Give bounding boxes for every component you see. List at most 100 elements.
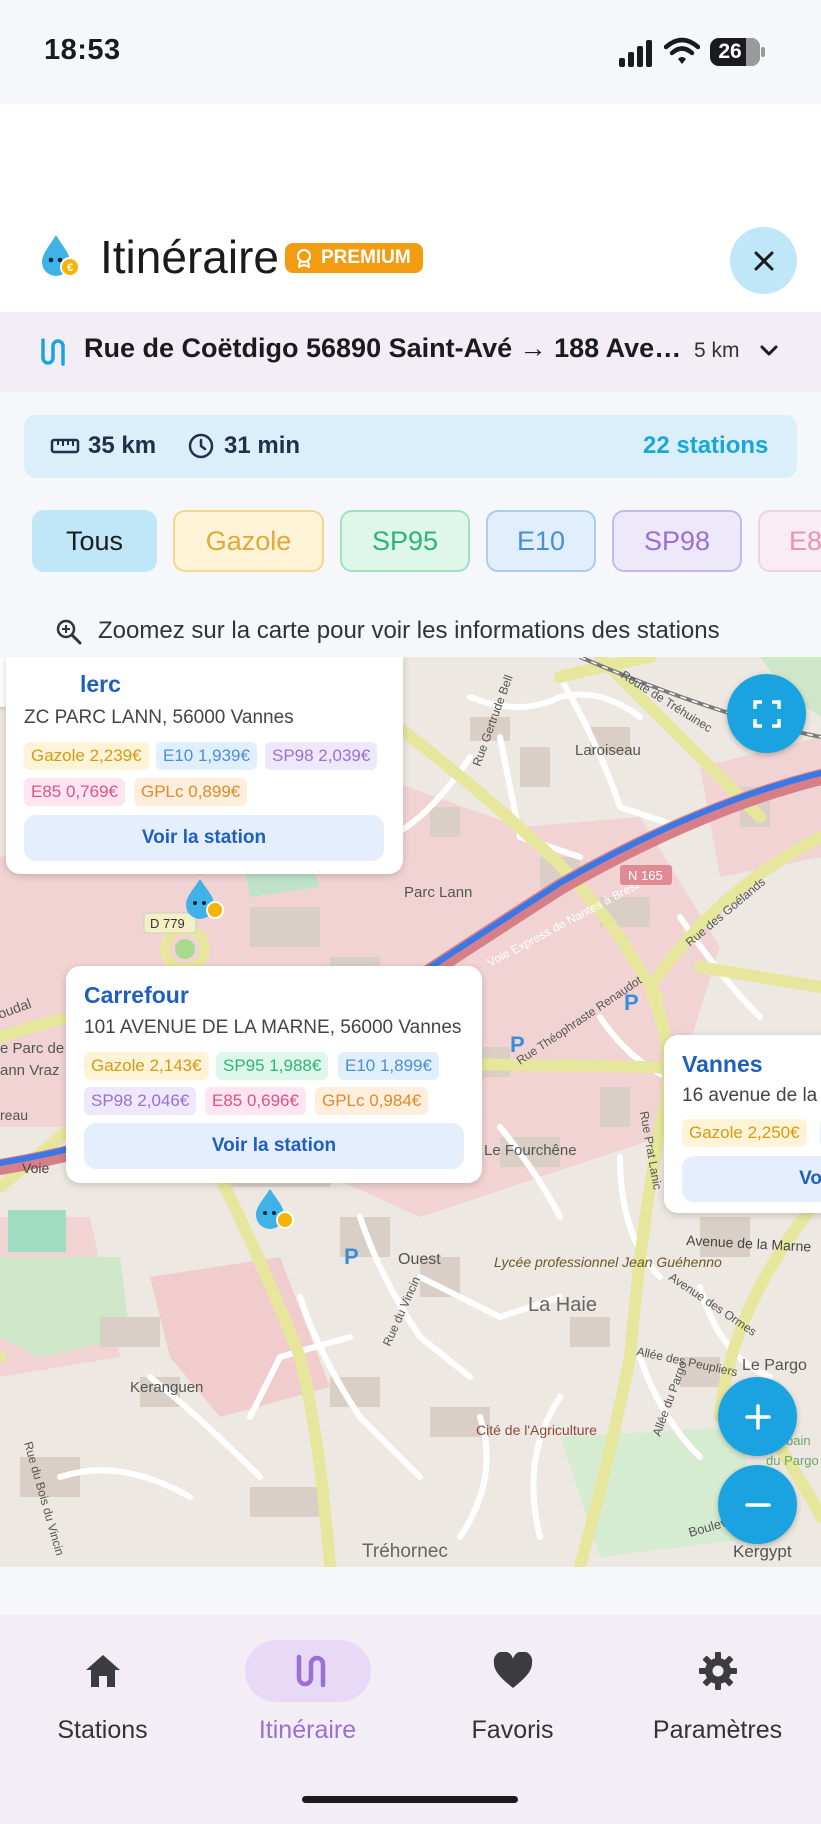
close-icon (754, 251, 773, 270)
price-tag-sp95: SP95 1,988€ (216, 1052, 329, 1080)
price-tag-e10: E10 1,939€ (156, 742, 257, 770)
svg-text:€: € (67, 262, 73, 274)
price-tag-gazole: Gazole 2,250€ (682, 1119, 807, 1147)
nav-pill (450, 1640, 576, 1702)
nav-pill (655, 1640, 781, 1702)
station-address: 16 avenue de la (682, 1085, 818, 1106)
nav-label: Favoris (471, 1716, 554, 1744)
price-tag-gazole: Gazole 2,143€ (84, 1052, 209, 1080)
route-icon (296, 1654, 325, 1688)
summary-stations[interactable]: 22 stations (643, 432, 768, 460)
map-label-cite: Cité de l'Agriculture (476, 1422, 597, 1438)
price-tag-gazole: Gazole 2,239€ (24, 742, 149, 770)
map-label-le-pargo: Le Pargo (742, 1357, 807, 1374)
premium-badge: PREMIUM (285, 243, 423, 273)
nav-item-itineraire[interactable]: Itinéraire (205, 1640, 410, 1760)
nav-item-stations[interactable]: Stations (0, 1640, 205, 1760)
price-tag-sp98: SP98 2,046€ (84, 1087, 197, 1115)
map-bottom-spacer (0, 1567, 821, 1615)
summary-distance: 35 km (88, 432, 157, 459)
view-station-button[interactable]: Voir la station (84, 1123, 464, 1169)
map-label-n165: N 165 (628, 868, 663, 883)
premium-label: PREMIUM (321, 247, 411, 268)
price-tag-gplc: GPLc 0,899€ (134, 778, 248, 806)
wifi-icon (664, 37, 700, 64)
map-label-ann-vraz: ann Vraz (0, 1062, 59, 1079)
parking-icon: P (510, 1032, 525, 1057)
map-label-du-pargo: du Pargo (766, 1453, 819, 1468)
nav-pill-active (244, 1640, 371, 1702)
zoom-out-button[interactable] (718, 1465, 797, 1544)
battery-icon: 26 (710, 38, 766, 66)
page-title: Itinéraire (100, 231, 279, 283)
price-tag-sp98: SP98 2,039€ (265, 742, 378, 770)
cellular-signal-icon (619, 40, 652, 67)
map-label-le-fourchene: Le Fourchêne (484, 1142, 577, 1159)
map-label-parc-lann: Parc Lann (404, 884, 472, 901)
summary-duration: 31 min (224, 432, 301, 459)
map-label-la-haie: La Haie (528, 1294, 597, 1316)
map-label-lycee: Lycée professionnel Jean Guéhenno (494, 1254, 722, 1270)
filter-chip-gazole[interactable]: Gazole (173, 510, 324, 572)
station-address: ZC PARC LANN, 56000 Vannes (24, 707, 294, 728)
plus-icon (744, 1403, 771, 1430)
status-time: 18:53 (44, 34, 121, 66)
price-tag-e85: E85 0,696€ (205, 1087, 306, 1115)
ruler-icon (50, 438, 80, 454)
zoom-hint: Zoomez sur la carte pour voir les inform… (98, 617, 720, 644)
station-card[interactable]: Carrefour 101 AVENUE DE LA MARNE, 56000 … (66, 966, 482, 1183)
filter-chip-sp95[interactable]: SP95 (340, 510, 470, 572)
station-address: 101 AVENUE DE LA MARNE, 56000 Vannes (84, 1017, 462, 1038)
close-button[interactable] (730, 227, 797, 294)
nav-pill (40, 1640, 166, 1702)
map-label-d779: D 779 (150, 916, 185, 931)
nav-label: Itinéraire (258, 1716, 357, 1744)
map-label-keranguen: Keranguen (130, 1379, 203, 1396)
parking-icon: P (624, 990, 639, 1015)
fuel-drop-logo-icon: € (42, 235, 80, 277)
filter-chip-e85[interactable]: E85 (758, 510, 821, 572)
battery-level: 26 (718, 40, 742, 63)
route-distance: 5 km (694, 339, 740, 362)
route-icon (41, 338, 65, 366)
filter-chip-e10[interactable]: E10 (486, 510, 596, 572)
zoom-search-icon (56, 619, 82, 645)
award-icon (297, 249, 311, 268)
nav-label: Stations (57, 1716, 148, 1744)
parking-icon: P (344, 1244, 359, 1269)
nav-label: Paramètres (652, 1716, 783, 1744)
home-indicator[interactable] (302, 1796, 518, 1803)
price-tag-e10: E10 1,899€ (338, 1052, 439, 1080)
minus-icon (744, 1502, 771, 1507)
view-station-button[interactable]: Voir la station (24, 815, 384, 861)
view-station-button[interactable]: Vo (682, 1156, 821, 1202)
fullscreen-icon (752, 699, 781, 728)
fullscreen-button[interactable] (727, 674, 806, 753)
map-view[interactable]: Laroiseau Parc Lann Le Fourchêne Ouest L… (0, 657, 821, 1567)
price-tag-gplc: GPLc 0,984€ (315, 1087, 429, 1115)
nav-item-favoris[interactable]: Favoris (410, 1640, 615, 1760)
map-label-lycee-text: Lycée professionnel Jean Guéhenno (494, 1254, 722, 1270)
station-name: lerc (80, 671, 121, 697)
station-card[interactable]: lerc ZC PARC LANN, 56000 Vannes Gazole 2… (6, 657, 403, 874)
price-tag-e85: E85 0,769€ (24, 778, 125, 806)
map-label-kergypt: Kergypt (733, 1542, 792, 1561)
station-name: Carrefour (84, 982, 189, 1008)
filter-chip-tous[interactable]: Tous (32, 510, 157, 572)
heart-icon (493, 1652, 532, 1688)
map-label-ouest: Ouest (398, 1251, 441, 1268)
map-label-le-parc: e Parc de (0, 1040, 64, 1057)
clock-icon (188, 433, 214, 459)
chevron-down-icon[interactable] (758, 340, 780, 362)
filter-chip-sp98[interactable]: SP98 (612, 510, 742, 572)
nav-item-parametres[interactable]: Paramètres (615, 1640, 820, 1760)
home-icon (85, 1655, 120, 1687)
zoom-in-button[interactable] (718, 1377, 797, 1456)
fuel-filter-chips: Tous Gazole SP95 E10 SP98 E85 (0, 510, 821, 576)
gear-icon (698, 1652, 737, 1690)
station-name: Vannes (682, 1051, 763, 1077)
station-card[interactable]: Vannes 16 avenue de la Gazole 2,250€ Vo (664, 1035, 821, 1213)
map-label-laroiseau: Laroiseau (575, 742, 641, 759)
map-label-voie: Voie (22, 1160, 49, 1176)
route-text: Rue de Coëtdigo 56890 Saint-Avé → 188 Av… (84, 333, 684, 363)
